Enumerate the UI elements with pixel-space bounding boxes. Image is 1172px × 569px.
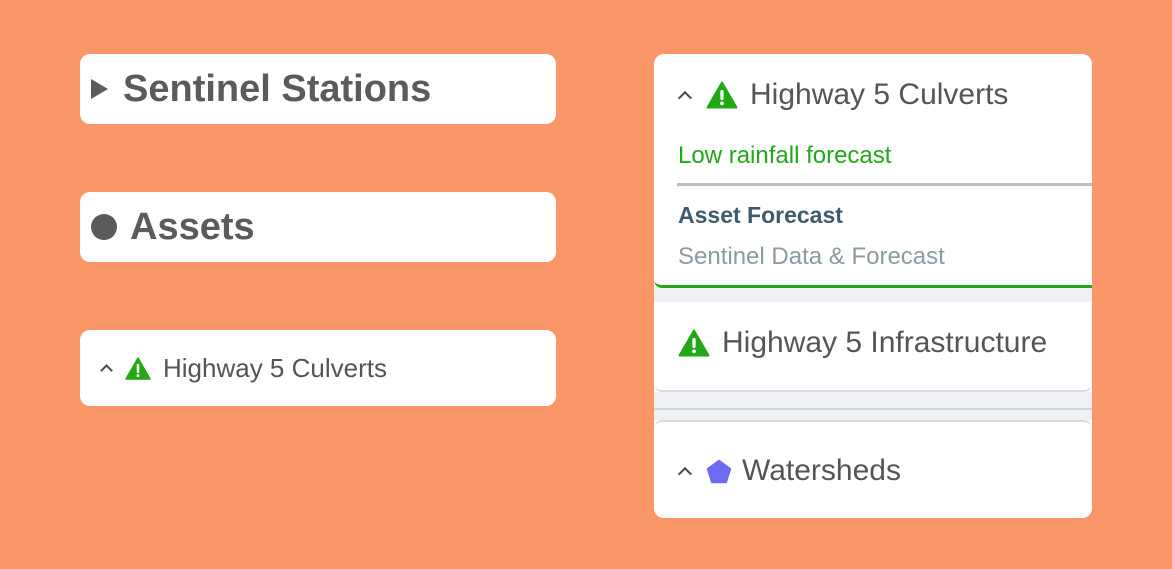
pentagon-icon [706, 459, 732, 483]
asset-forecast-subtitle: Sentinel Data & Forecast [678, 243, 945, 270]
culverts-header[interactable]: Highway 5 Culverts [677, 78, 1009, 112]
watersheds-section[interactable]: Watersheds [654, 420, 1092, 518]
chevron-up-icon[interactable] [100, 364, 113, 377]
asset-forecast-link[interactable]: Asset Forecast [678, 202, 843, 229]
infrastructure-title: Highway 5 Infrastructure [722, 326, 1048, 359]
infrastructure-section[interactable]: Highway 5 Infrastructure [654, 302, 1092, 392]
divider [677, 183, 1092, 186]
highway-culverts-label: Highway 5 Culverts [163, 352, 387, 383]
watersheds-header[interactable]: Watersheds [677, 454, 901, 488]
watersheds-title: Watersheds [742, 454, 901, 487]
divider [654, 408, 1092, 410]
layers-panel: Highway 5 Culverts Low rainfall forecast… [654, 54, 1092, 518]
culverts-title: Highway 5 Culverts [750, 78, 1009, 111]
highway-culverts-card[interactable]: Highway 5 Culverts [80, 330, 556, 406]
sentinel-stations-card[interactable]: Sentinel Stations [80, 54, 556, 124]
section-gap [654, 288, 1092, 302]
circle-icon [91, 214, 117, 240]
chevron-up-icon[interactable] [677, 90, 693, 106]
caret-right-icon [91, 79, 108, 99]
warning-triangle-icon [706, 81, 738, 109]
culverts-section: Highway 5 Culverts Low rainfall forecast… [654, 54, 1092, 288]
assets-card[interactable]: Assets [80, 192, 556, 262]
section-gap [654, 392, 1092, 420]
assets-label: Assets [130, 205, 255, 248]
sentinel-stations-label: Sentinel Stations [123, 67, 432, 110]
infrastructure-header[interactable]: Highway 5 Infrastructure [678, 326, 1047, 360]
chevron-up-icon[interactable] [677, 466, 693, 482]
warning-triangle-icon [125, 356, 151, 380]
warning-triangle-icon [678, 329, 710, 357]
rainfall-status: Low rainfall forecast [678, 142, 892, 169]
